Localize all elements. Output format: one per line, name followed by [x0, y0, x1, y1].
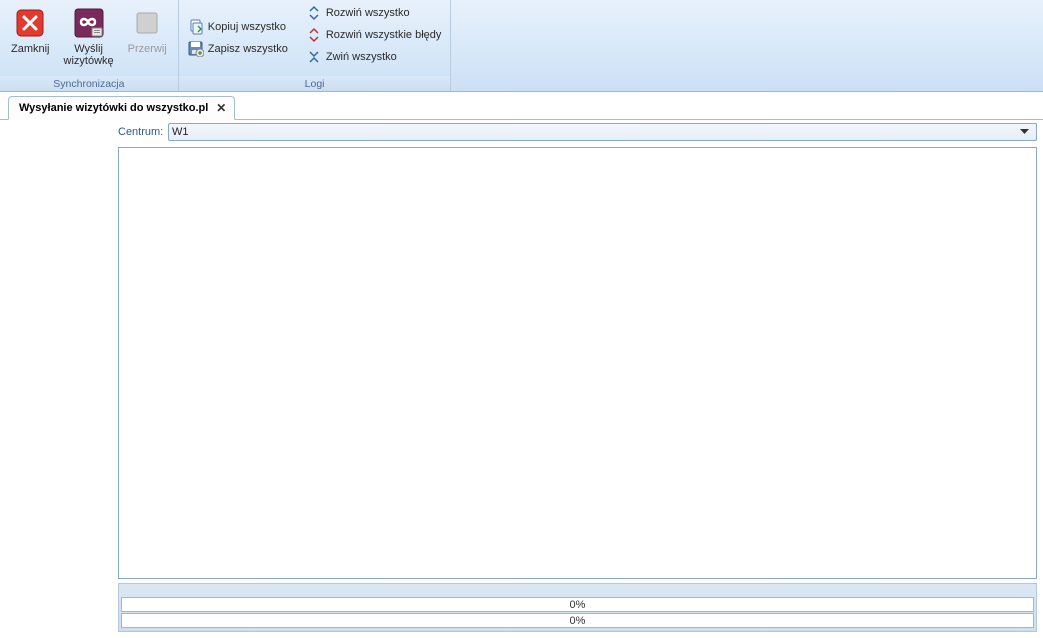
expand-errors-label: Rozwiń wszystkie błędy — [326, 29, 442, 41]
send-label: Wyślij wizytówkę — [64, 43, 114, 67]
centrum-row: Centrum: W1 — [118, 120, 1037, 144]
save-all-label: Zapisz wszystko — [208, 43, 288, 55]
close-icon — [14, 7, 46, 39]
progress-panel: 0% 0% — [118, 583, 1037, 632]
ribbon-toolbar: Zamknij Wyślij wizytówkę — [0, 0, 1043, 92]
copy-all-label: Kopiuj wszystko — [208, 21, 286, 33]
expand-errors-button[interactable]: Rozwiń wszystkie błędy — [301, 24, 447, 46]
tab-send-card[interactable]: Wysyłanie wizytówki do wszystko.pl ✕ — [8, 96, 235, 120]
content-area: Centrum: W1 0% 0% — [0, 120, 1043, 638]
tab-strip: Wysyłanie wizytówki do wszystko.pl ✕ — [0, 92, 1043, 120]
expand-all-icon — [306, 5, 322, 21]
infinity-icon — [73, 7, 105, 39]
tab-title: Wysyłanie wizytówki do wszystko.pl — [19, 102, 208, 114]
centrum-value: W1 — [172, 126, 1020, 138]
copy-icon — [188, 19, 204, 35]
stop-icon — [131, 7, 163, 39]
cancel-label: Przerwij — [128, 43, 167, 55]
expand-all-label: Rozwiń wszystko — [326, 7, 410, 19]
ribbon-group-sync: Zamknij Wyślij wizytówkę — [0, 0, 179, 91]
ribbon-group-sync-label: Synchronizacja — [0, 76, 178, 91]
ribbon-group-logs: Kopiuj wszystko Zapisz wszystko — [179, 0, 452, 91]
expand-all-button[interactable]: Rozwiń wszystko — [301, 2, 447, 24]
ribbon-group-logs-label: Logi — [179, 76, 451, 91]
cancel-button: Przerwij — [121, 2, 174, 70]
copy-all-button[interactable]: Kopiuj wszystko — [183, 16, 293, 38]
close-label: Zamknij — [11, 43, 50, 55]
save-all-button[interactable]: Zapisz wszystko — [183, 38, 293, 60]
chevron-down-icon — [1020, 129, 1034, 135]
close-button[interactable]: Zamknij — [4, 2, 57, 70]
save-icon — [188, 41, 204, 57]
collapse-all-icon — [306, 49, 322, 65]
main-panel: Centrum: W1 0% 0% — [118, 120, 1037, 632]
centrum-combobox[interactable]: W1 — [168, 123, 1037, 141]
progress-bar-2: 0% — [121, 613, 1034, 628]
centrum-label: Centrum: — [118, 126, 168, 138]
progress-bar-1-text: 0% — [570, 599, 586, 611]
collapse-all-label: Zwiń wszystko — [326, 51, 397, 63]
progress-bar-2-text: 0% — [570, 615, 586, 627]
log-output — [118, 147, 1037, 579]
progress-bar-1: 0% — [121, 597, 1034, 612]
tab-close-icon[interactable]: ✕ — [214, 101, 228, 115]
collapse-all-button[interactable]: Zwiń wszystko — [301, 46, 447, 68]
send-card-button[interactable]: Wyślij wizytówkę — [57, 2, 121, 70]
expand-errors-icon — [306, 27, 322, 43]
